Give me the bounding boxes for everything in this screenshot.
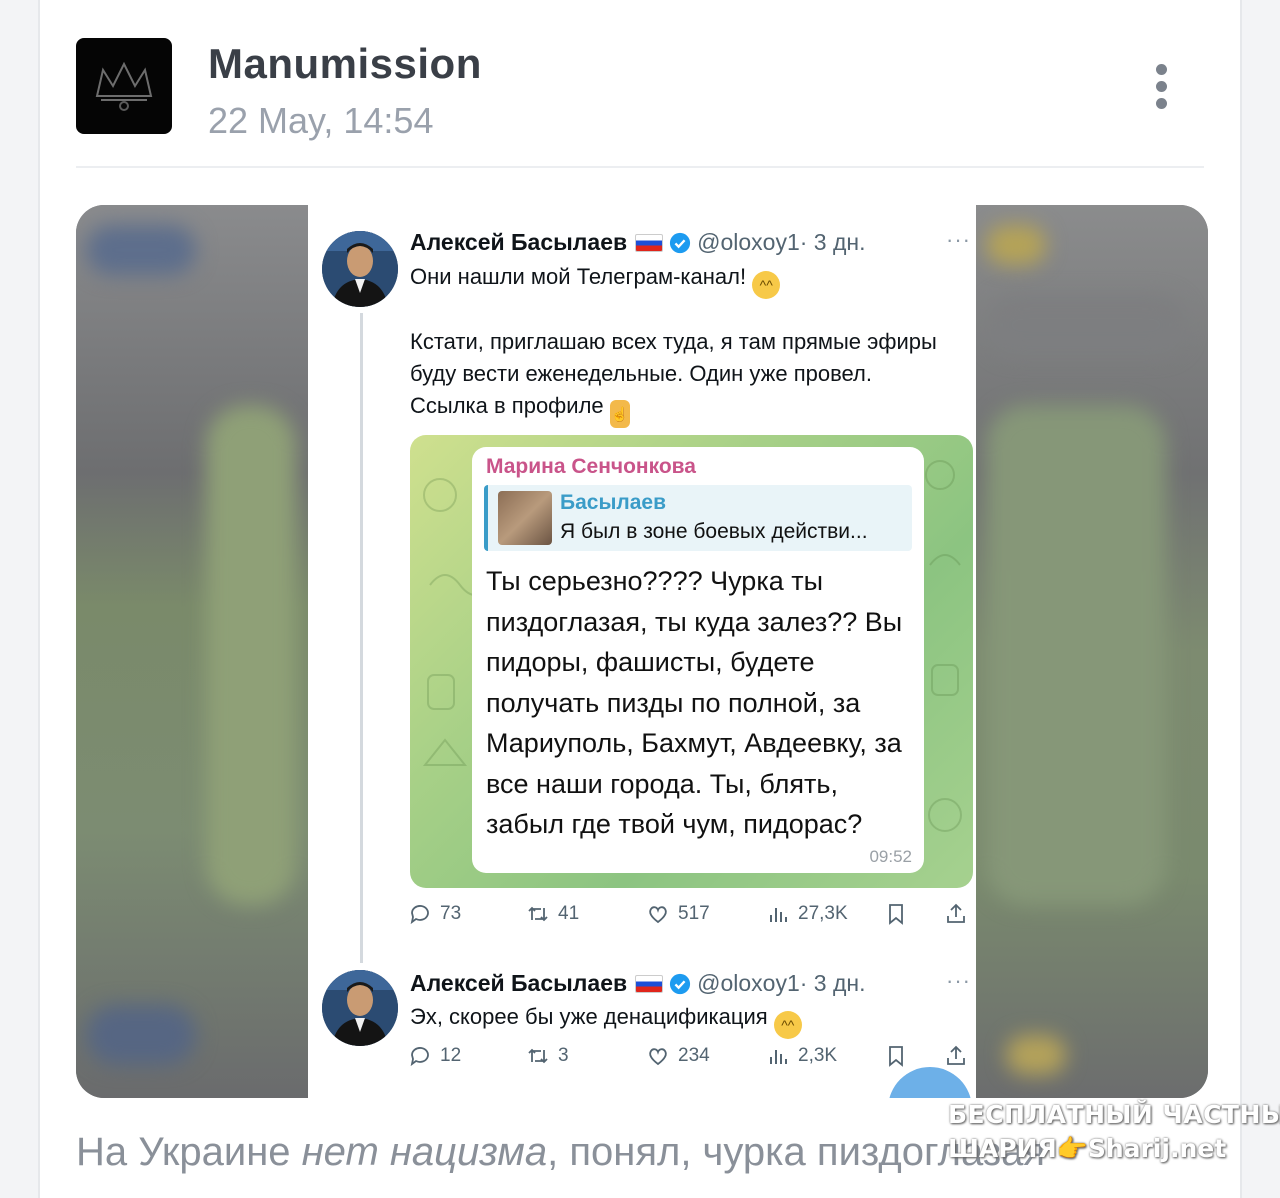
telegram-reply-text: Я был в зоне боевых действи... [560,520,868,543]
image-blur-left [76,205,308,1098]
like-button[interactable]: 517 [646,902,710,926]
watermark-line2: ШАРИЯ👉Sharij.net [948,1134,1227,1163]
tweet2-author-line: Алексей Басылаев @oloxoy1· 3 дн. [410,970,866,997]
laughing-emoji-icon: ^^ [752,271,781,299]
post-caption: На Украине нет нацизма, понял, чурка пиз… [76,1130,1045,1175]
views-icon [770,1050,787,1064]
tweet2-text-line: Эх, скорее бы уже денацификация ^^ [410,1001,950,1039]
views-icon [770,908,787,922]
like-count: 234 [678,1045,710,1066]
tweet2-text: Эх, скорее бы уже денацификация [410,1004,768,1029]
views-button[interactable]: 2,3K [766,1044,837,1068]
pointing-up-emoji-icon: ☝ [609,400,630,428]
reply-button[interactable]: 73 [408,902,461,926]
bookmark-icon [889,904,903,925]
channel-avatar[interactable] [76,38,172,134]
telegram-reply-name: Басылаев [560,491,666,514]
post-header: Manumission 22 May, 14:54 [76,38,1204,141]
tweet2-time: · 3 дн. [799,970,866,996]
tweet2-handle[interactable]: @oloxoy1 [697,970,800,996]
watermark: БЕСПЛАТНЫЙ ЧАСТНЫЙ ШАРИЯ👉Sharij.net [948,1098,1280,1166]
tweet2-avatar[interactable] [322,970,398,1046]
like-icon [649,906,667,924]
bookmark-button[interactable] [884,902,908,926]
telegram-reply-thumbnail [498,491,552,545]
laughing-emoji-icon: ^^ [773,1011,802,1039]
tweet-author-line: Алексей Басылаев @oloxoy1· 3 дн. [410,229,866,256]
tweet2-actions: 12 3 234 2,3K [408,1044,968,1074]
header-divider [76,166,1204,168]
reply-count: 12 [440,1045,462,1066]
post-card: Manumission 22 May, 14:54 Алексей Басыла… [38,0,1242,1198]
telegram-reply-quote: Басылаев Я был в зоне боевых действи... [484,485,912,551]
like-count: 517 [678,903,710,924]
verified-icon [670,232,691,254]
share-icon [947,1045,965,1065]
flag-ru-icon [635,234,664,252]
tweet-screenshot: Алексей Басылаев @oloxoy1· 3 дн. ··· Они … [308,205,976,1098]
tweet-line1-text: Они нашли мой Телеграм-канал! [410,264,747,289]
retweet-button[interactable]: 3 [526,1044,569,1068]
tweet1-actions: 73 41 517 27,3K [408,902,968,932]
reply-icon [410,1047,429,1067]
tweet2-author-name[interactable]: Алексей Басылаев [410,970,627,996]
thread-line [360,313,363,963]
image-blur-right [976,205,1208,1098]
telegram-message-time: 09:52 [869,847,912,866]
share-button[interactable] [944,1044,968,1068]
tweet2-more-icon[interactable]: ··· [946,968,971,994]
tweet-author-name[interactable]: Алексей Басылаев [410,229,627,255]
crown-logo-icon [95,61,153,111]
tweet-avatar[interactable] [322,231,398,307]
retweet-button[interactable]: 41 [526,902,579,926]
tweet-paragraph-text: Кстати, приглашаю всех туда, я там прямы… [410,329,937,418]
retweet-count: 3 [558,1045,569,1066]
reply-button[interactable]: 12 [408,1044,461,1068]
telegram-sender: Марина Сенчонкова [486,455,696,478]
reply-icon [410,905,429,925]
watermark-line1: БЕСПЛАТНЫЙ ЧАСТНЫЙ [948,1100,1280,1129]
telegram-screenshot[interactable]: Марина Сенчонкова Басылаев Я был в зоне … [410,435,973,888]
views-count: 2,3K [798,1045,838,1066]
retweet-icon [528,906,548,922]
telegram-message-bubble: Марина Сенчонкова Басылаев Я был в зоне … [472,447,924,873]
tweet-more-icon[interactable]: ··· [946,227,971,253]
share-button[interactable] [944,902,968,926]
reply-count: 73 [440,903,462,924]
tweet-paragraph: Кстати, приглашаю всех туда, я там прямы… [410,326,955,428]
caption-italic: нет нацизма [301,1130,548,1174]
flag-ru-icon [635,975,664,993]
bookmark-button[interactable] [884,1044,908,1068]
retweet-count: 41 [558,903,580,924]
like-icon [649,1048,667,1066]
tweet-line1: Они нашли мой Телеграм-канал! ^^ [410,261,950,299]
post-date: 22 May, 14:54 [208,100,434,141]
verified-icon [670,973,691,995]
bookmark-icon [889,1046,903,1067]
like-button[interactable]: 234 [646,1044,710,1068]
retweet-icon [528,1048,548,1064]
post-image[interactable]: Алексей Басылаев @oloxoy1· 3 дн. ··· Они … [76,205,1208,1098]
more-vertical-icon[interactable] [1156,64,1168,110]
telegram-message-text: Ты серьезно???? Чурка ты пиздоглазая, ты… [486,566,903,839]
caption-part-1: На Украине [76,1130,302,1174]
views-count: 27,3K [798,903,848,924]
tweet-handle[interactable]: @oloxoy1 [697,229,800,255]
share-icon [947,903,965,923]
post-author[interactable]: Manumission [208,40,482,88]
views-button[interactable]: 27,3K [766,902,848,926]
tweet-time: · 3 дн. [799,229,866,255]
